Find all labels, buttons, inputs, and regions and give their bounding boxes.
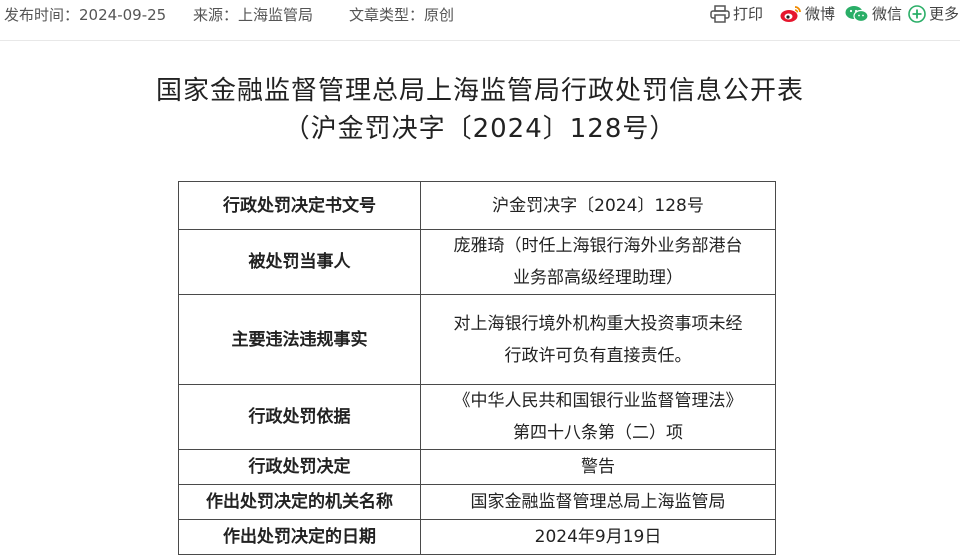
value-line: 对上海银行境外机构重大投资事项未经 xyxy=(453,313,743,334)
row-label: 被处罚当事人 xyxy=(178,229,421,295)
more-share-button[interactable]: 更多 xyxy=(908,3,959,24)
row-label: 行政处罚依据 xyxy=(178,384,421,450)
table-row: 行政处罚决定书文号 沪金罚决字〔2024〕128号 xyxy=(178,181,776,230)
weibo-label: 微博 xyxy=(805,5,836,23)
source-value: 上海监管局 xyxy=(238,6,314,24)
penalty-info-table: 行政处罚决定书文号 沪金罚决字〔2024〕128号 被处罚当事人 庞雅琦（时任上… xyxy=(178,181,776,555)
wechat-label: 微信 xyxy=(872,5,903,23)
print-button[interactable]: 打印 xyxy=(710,3,763,24)
table-row: 作出处罚决定的日期 2024年9月19日 xyxy=(178,519,776,555)
page-title: 国家金融监督管理总局上海监管局行政处罚信息公开表 xyxy=(155,76,804,106)
printer-icon xyxy=(710,4,730,23)
value-line: 业务部高级经理助理） xyxy=(513,268,683,288)
wechat-share-button[interactable]: 微信 xyxy=(845,3,902,24)
print-label: 打印 xyxy=(733,5,764,23)
source-label: 来源： xyxy=(193,6,239,24)
row-value: 《中华人民共和国银行业监督管理法》 第四十八条第（二）项 xyxy=(420,384,776,450)
publish-date: 发布时间：2024-09-25 xyxy=(4,4,166,25)
article-type: 文章类型：原创 xyxy=(349,4,454,25)
weibo-icon xyxy=(780,5,802,23)
row-label: 作出处罚决定的机关名称 xyxy=(178,484,421,520)
value-line: 庞雅琦（时任上海银行海外业务部港台 xyxy=(453,236,743,256)
article-source: 来源：上海监管局 xyxy=(193,4,313,25)
type-value: 原创 xyxy=(424,6,455,24)
row-value: 国家金融监督管理总局上海监管局 xyxy=(420,484,776,520)
weibo-share-button[interactable]: 微博 xyxy=(780,3,835,24)
row-value: 警告 xyxy=(420,449,776,485)
value-line: 《中华人民共和国银行业监督管理法》 xyxy=(453,391,743,411)
row-label: 行政处罚决定书文号 xyxy=(178,181,421,230)
row-label: 作出处罚决定的日期 xyxy=(178,519,421,555)
row-label: 主要违法违规事实 xyxy=(178,294,421,385)
publish-date-label: 发布时间： xyxy=(4,6,80,24)
meta-bar: 发布时间：2024-09-25 来源：上海监管局 文章类型：原创 打印 微博 微… xyxy=(0,0,960,41)
wechat-icon xyxy=(845,5,869,23)
row-value: 沪金罚决字〔2024〕128号 xyxy=(420,181,776,230)
row-value: 庞雅琦（时任上海银行海外业务部港台 业务部高级经理助理） xyxy=(420,229,776,295)
table-row: 作出处罚决定的机关名称 国家金融监督管理总局上海监管局 xyxy=(178,484,776,520)
type-label: 文章类型： xyxy=(349,6,425,24)
value-line: 行政许可负有直接责任。 xyxy=(504,345,692,366)
row-value: 2024年9月19日 xyxy=(420,519,776,555)
more-plus-icon xyxy=(908,4,926,23)
publish-date-value: 2024-09-25 xyxy=(79,6,167,24)
row-value: 对上海银行境外机构重大投资事项未经 行政许可负有直接责任。 xyxy=(420,294,776,385)
table-row: 被处罚当事人 庞雅琦（时任上海银行海外业务部港台 业务部高级经理助理） xyxy=(178,229,776,295)
more-label: 更多 xyxy=(929,5,960,23)
value-line: 第四十八条第（二）项 xyxy=(513,423,683,443)
page-subtitle: （沪金罚决字〔2024〕128号） xyxy=(283,114,677,144)
table-row: 行政处罚依据 《中华人民共和国银行业监督管理法》 第四十八条第（二）项 xyxy=(178,384,776,450)
table-row: 主要违法违规事实 对上海银行境外机构重大投资事项未经 行政许可负有直接责任。 xyxy=(178,294,776,385)
table-row: 行政处罚决定 警告 xyxy=(178,449,776,485)
row-label: 行政处罚决定 xyxy=(178,449,421,485)
